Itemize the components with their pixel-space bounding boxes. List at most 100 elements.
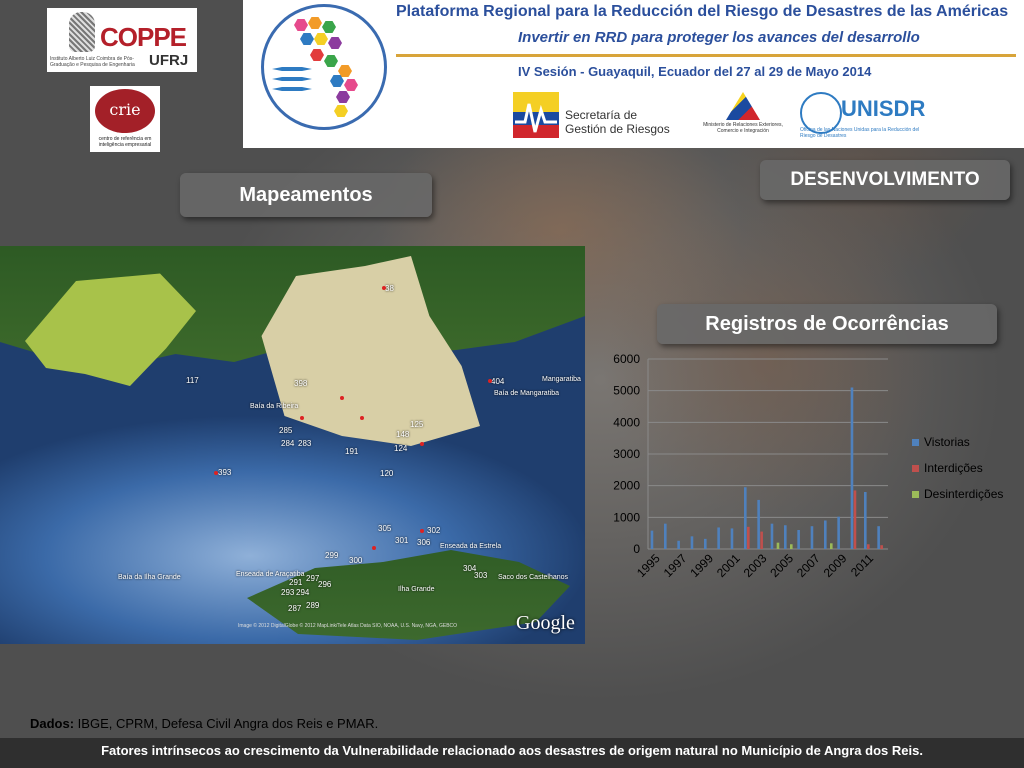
map-marker-number: 117 — [186, 376, 199, 385]
bar-vistorias — [757, 499, 760, 549]
map-credits: Image © 2012 DigitalGlobe © 2012 MapLink… — [238, 623, 458, 629]
bar-vistorias — [690, 536, 694, 549]
map-marker-number: 393 — [218, 468, 232, 477]
y-tick-label: 6000 — [613, 352, 640, 366]
bar-vistorias — [770, 523, 774, 549]
coppe-portrait-icon — [69, 12, 95, 52]
desenvolvimento-label: DESENVOLVIMENTO — [760, 160, 1010, 200]
bar-vistorias — [650, 530, 654, 549]
legend-label: Interdições — [924, 461, 983, 475]
map-marker-number: 306 — [417, 538, 431, 547]
map-marker-number: 285 — [279, 426, 293, 435]
map-marker-number: 293 — [281, 588, 295, 597]
y-tick-label: 3000 — [613, 447, 640, 461]
x-tick-label: 1997 — [661, 551, 690, 580]
ocorrencias-chart: 0 1000 2000 3000 4000 5000 6000 1995 1997 1999 200… — [600, 350, 1024, 610]
legend-swatch — [912, 491, 919, 498]
map-marker-number: 120 — [380, 469, 394, 478]
x-tick-label: 2003 — [741, 551, 770, 580]
sgr-line-1: Secretaría de — [565, 108, 638, 122]
bar-desinterdições — [776, 542, 780, 549]
bar-vistorias — [730, 528, 734, 549]
mapeamentos-label: Mapeamentos — [180, 173, 432, 217]
data-source-label: Dados: — [30, 716, 75, 731]
map-marker-number: 289 — [306, 601, 320, 610]
map-marker-number: 404 — [491, 377, 505, 386]
map-marker-number: 38 — [385, 284, 394, 293]
crie-wordmark: crie — [109, 100, 141, 119]
bar-vistorias — [664, 523, 667, 549]
banner-title: Plataforma Regional para la Reducción de… — [396, 3, 1009, 20]
mre-flag-icon — [726, 92, 760, 120]
map-marker — [372, 546, 376, 550]
map-label: Baía de Mangaratiba — [494, 390, 559, 397]
sgr-wordmark: Secretaría de Gestión de Riesgos — [565, 108, 670, 136]
map-marker-number: 125 — [410, 420, 424, 429]
bar-interdições — [853, 490, 857, 549]
map-label: Ilha Grande — [398, 586, 435, 593]
y-tick-label: 4000 — [613, 415, 640, 429]
x-tick-label: 2001 — [714, 551, 743, 580]
map-marker-number: 296 — [318, 580, 332, 589]
map-marker-number: 283 — [298, 439, 312, 448]
ocorrencias-chart-svg: 0100020003000400050006000199519971999200… — [613, 352, 1003, 580]
banner-session: IV Sesión - Guayaquil, Ecuador del 27 al… — [518, 64, 872, 79]
bar-vistorias — [864, 492, 867, 549]
map-marker — [214, 471, 218, 475]
map-marker — [340, 396, 344, 400]
crie-subtitle: centro de referência em inteligência emp… — [98, 136, 152, 148]
y-tick-label: 5000 — [613, 384, 640, 398]
map-marker-number: 291 — [289, 578, 303, 587]
google-watermark: Google — [516, 612, 575, 634]
unisdr-wordmark: UNISDR — [841, 96, 926, 121]
bar-vistorias — [717, 527, 720, 549]
map-label: Saco dos Castelhanos — [498, 574, 569, 581]
legend-swatch — [912, 465, 919, 472]
sgr-flag-icon — [513, 92, 559, 138]
bar-vistorias — [784, 525, 787, 549]
conference-banner: Plataforma Regional para la Reducción de… — [243, 0, 1024, 148]
map-marker — [360, 416, 364, 420]
legend-swatch — [912, 439, 919, 446]
bar-desinterdições — [830, 543, 833, 549]
bar-interdições — [747, 526, 750, 549]
sgr-line-2: Gestión de Riesgos — [565, 122, 670, 136]
bar-interdições — [880, 545, 883, 549]
map-label: Mangaratiba — [542, 376, 581, 383]
data-source-text: IBGE, CPRM, Defesa Civil Angra dos Reis … — [74, 716, 379, 731]
map-marker-number: 398 — [294, 379, 308, 388]
y-tick-label: 2000 — [613, 479, 640, 493]
x-tick-label: 2011 — [848, 551, 876, 579]
x-tick-label: 1999 — [687, 551, 716, 580]
map-marker-number: 299 — [325, 551, 339, 560]
mre-logo: Ministerio de Relaciones Exteriores, Com… — [703, 92, 783, 134]
bar-vistorias — [797, 530, 800, 549]
map-label: Enseada de Araçatiba — [236, 571, 305, 578]
map-marker-number: 287 — [288, 604, 302, 613]
map-marker — [382, 286, 386, 290]
map-marker-number: 284 — [281, 439, 295, 448]
map-marker-number: 305 — [378, 524, 392, 533]
bar-vistorias — [810, 526, 814, 549]
bar-vistorias — [744, 487, 747, 549]
map-marker-number: 300 — [349, 556, 363, 565]
bar-interdições — [867, 544, 870, 549]
x-tick-label: 2005 — [767, 551, 796, 580]
map-marker-number: 301 — [395, 536, 409, 545]
satellite-map: Mangaratiba Baía de Mangaratiba Baía da … — [0, 246, 585, 644]
bar-desinterdições — [790, 544, 793, 549]
ufrj-wordmark: UFRJ — [149, 52, 189, 69]
mre-text: Ministerio de Relaciones Exteriores, Com… — [703, 122, 783, 134]
y-tick-label: 0 — [633, 542, 640, 556]
unisdr-subtitle: Oficina de las Naciones Unidas para la R… — [800, 127, 920, 139]
map-marker — [420, 529, 424, 533]
crie-logo: crie centro de referência em inteligênci… — [90, 86, 160, 152]
y-tick-label: 1000 — [613, 510, 640, 524]
map-label: Baía da Ribeira — [250, 403, 299, 410]
bar-vistorias — [877, 526, 880, 549]
bar-vistorias — [850, 387, 854, 549]
x-tick-label: 2007 — [794, 551, 823, 580]
banner-divider — [396, 54, 1016, 57]
map-marker-number: 124 — [394, 444, 408, 453]
map-marker — [300, 416, 304, 420]
